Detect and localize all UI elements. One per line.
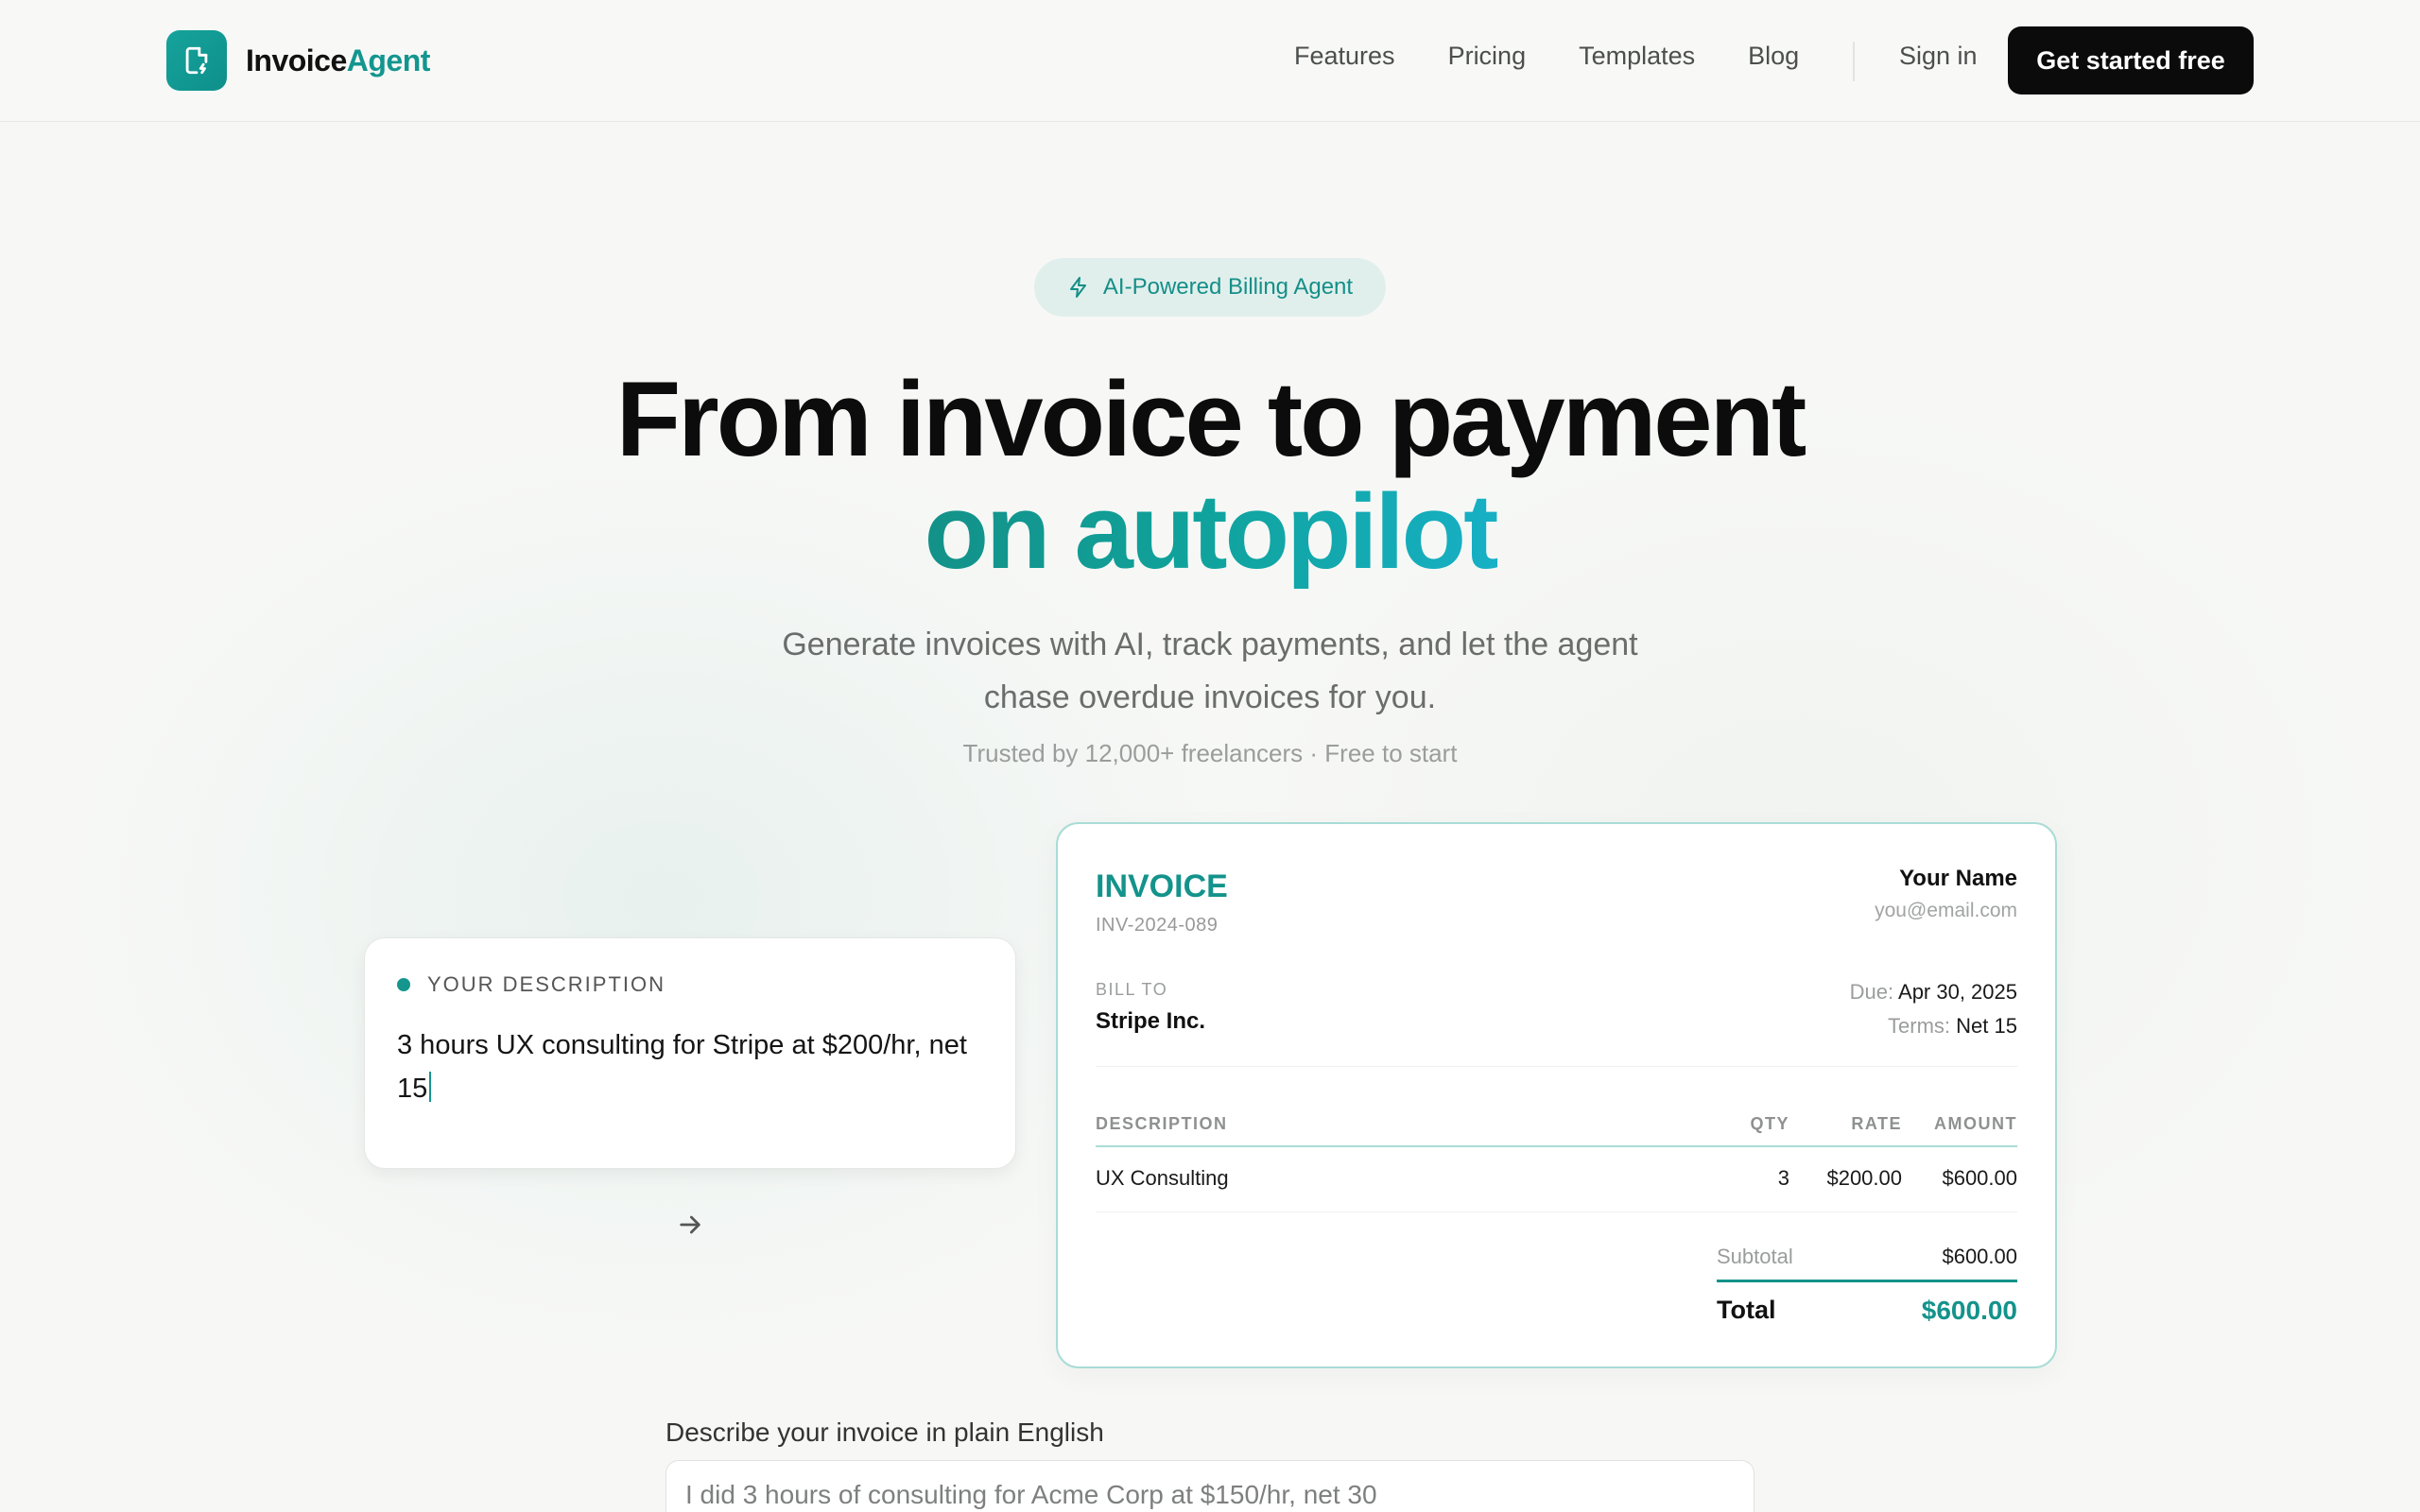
table-header-divider: [1096, 1145, 2017, 1147]
nav-link-templates[interactable]: Templates: [1579, 42, 1695, 71]
nav-divider: [1853, 42, 1855, 81]
sender-name: Your Name: [1899, 866, 2017, 891]
brand-name-part2: Agent: [346, 43, 431, 77]
column-header-qty: QTY: [1750, 1114, 1789, 1133]
top-nav: InvoiceAgent Features Pricing Templates …: [0, 0, 2420, 122]
divider: [1096, 1066, 2017, 1067]
arrow-right-icon: [675, 1210, 705, 1245]
line-item-qty: 3: [1777, 1166, 1789, 1190]
bill-to-client: Stripe Inc.: [1096, 1008, 1206, 1034]
nav-link-pricing[interactable]: Pricing: [1448, 42, 1527, 71]
nav-link-blog[interactable]: Blog: [1748, 42, 1799, 71]
get-started-button[interactable]: Get started free: [2008, 26, 2254, 94]
terms-row: Terms: Net 15: [1888, 1014, 2017, 1039]
prompt-box: [666, 1460, 1754, 1512]
status-dot: [397, 978, 410, 991]
due-date-row: Due: Apr 30, 2025: [1850, 980, 2017, 1005]
description-text-wrap: 3 hours UX consulting for Stripe at $200…: [397, 1023, 983, 1110]
text-caret: [429, 1072, 432, 1102]
total-value: $600.00: [1921, 1296, 2017, 1325]
trust-line: Trusted by 12,000+ freelancers · Free to…: [962, 739, 1458, 767]
divider: [1096, 1211, 2017, 1212]
description-card: YOUR DESCRIPTION 3 hours UX consulting f…: [364, 937, 1016, 1169]
description-text: 3 hours UX consulting for Stripe at $200…: [397, 1030, 967, 1104]
document-bolt-icon: [166, 30, 227, 91]
terms-value: Net 15: [1956, 1014, 2017, 1038]
bill-to-label: BILL TO: [1096, 980, 1168, 999]
hero-title-line1: From invoice to payment: [615, 360, 1807, 478]
due-label: Due:: [1849, 980, 1894, 1004]
nav-link-features[interactable]: Features: [1294, 42, 1395, 71]
invoice-prompt-input[interactable]: [685, 1480, 1725, 1510]
column-header-rate: RATE: [1851, 1114, 1902, 1133]
terms-label: Terms:: [1888, 1014, 1951, 1038]
sender-email: you@email.com: [1875, 900, 2017, 921]
subtotal-label: Subtotal: [1717, 1245, 1793, 1268]
line-item-amount: $600.00: [1942, 1166, 2017, 1190]
description-label: YOUR DESCRIPTION: [427, 972, 666, 996]
total-label: Total: [1717, 1296, 1776, 1324]
sign-in-link[interactable]: Sign in: [1899, 42, 1978, 71]
total-divider: [1717, 1280, 2017, 1282]
bolt-icon: [1069, 277, 1086, 298]
hero-badge: AI-Powered Billing Agent: [1034, 258, 1386, 317]
due-date: Apr 30, 2025: [1898, 980, 2017, 1004]
description-card-header: YOUR DESCRIPTION: [397, 972, 666, 997]
hero-title-line2: on autopilot: [917, 475, 1503, 589]
subtotal-value: $600.00: [1942, 1245, 2017, 1268]
hero-subtitle-line2: chase overdue invoices for you.: [983, 679, 1437, 715]
column-header-amount: AMOUNT: [1934, 1114, 2017, 1133]
line-item-rate: $200.00: [1826, 1166, 1902, 1190]
nav-links: Features Pricing Templates Blog: [1294, 42, 1852, 71]
line-item-description: UX Consulting: [1096, 1166, 1229, 1190]
hero-badge-label: AI-Powered Billing Agent: [1102, 274, 1354, 300]
invoice-preview-card: INVOICE INV-2024-089 Your Name you@email…: [1056, 822, 2057, 1368]
hero-subtitle-line1: Generate invoices with AI, track payment…: [782, 627, 1638, 662]
column-header-description: DESCRIPTION: [1096, 1114, 1228, 1133]
brand-name-part1: Invoice: [246, 43, 347, 77]
prompt-label: Describe your invoice in plain English: [666, 1418, 1104, 1447]
invoice-title: INVOICE: [1096, 868, 1228, 904]
brand-logo[interactable]: InvoiceAgent: [166, 30, 430, 91]
invoice-number: INV-2024-089: [1096, 915, 1219, 936]
brand-name: InvoiceAgent: [246, 43, 430, 78]
